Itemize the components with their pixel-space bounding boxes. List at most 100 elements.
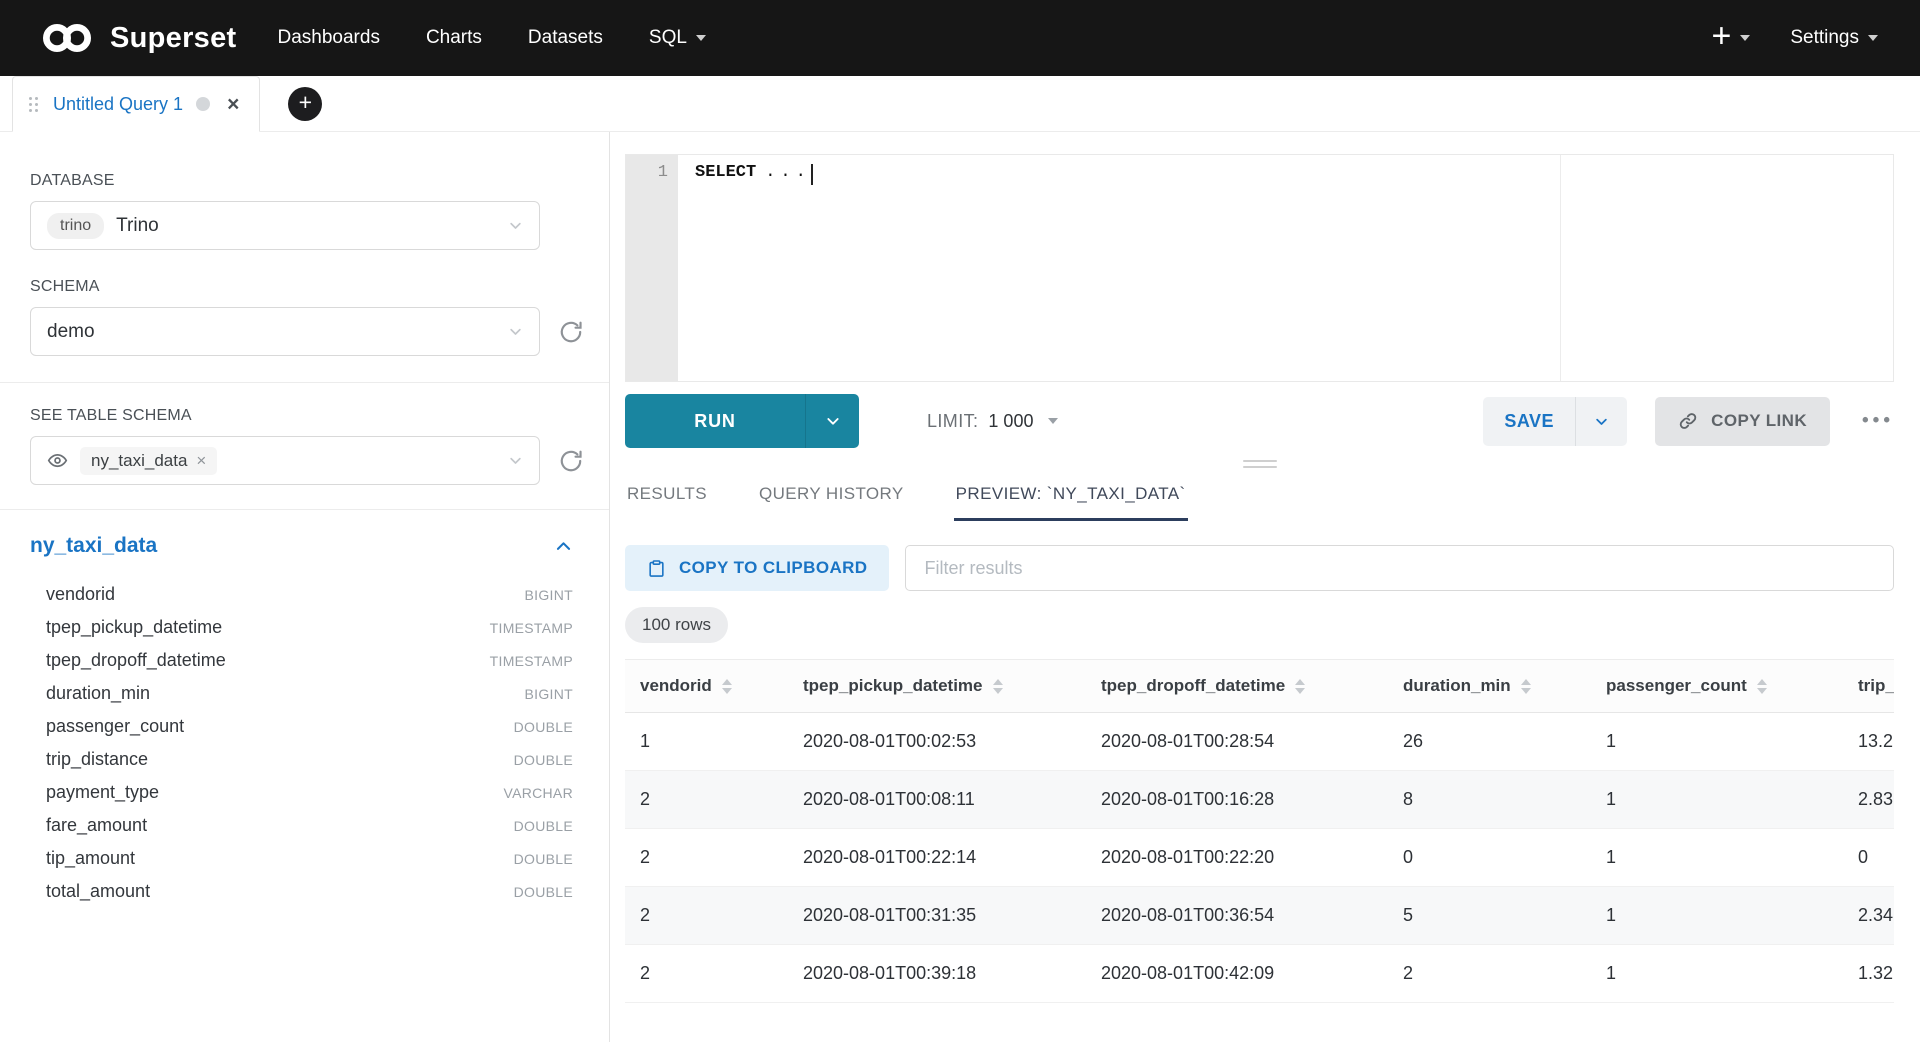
column-type: VARCHAR	[503, 785, 573, 801]
sql-keyword: SELECT	[695, 163, 756, 182]
refresh-tables-button[interactable]	[558, 446, 584, 476]
chevron-down-icon	[508, 324, 523, 339]
column-type: DOUBLE	[514, 719, 573, 735]
superset-brand[interactable]: Superset	[38, 22, 237, 55]
column-type: DOUBLE	[514, 818, 573, 834]
add-tab-button[interactable]: +	[288, 87, 322, 121]
column-header[interactable]: tpep_pickup_datetime	[788, 660, 1086, 713]
table-cell: 2020-08-01T00:36:54	[1086, 887, 1388, 945]
table-cell: 2	[625, 945, 788, 1003]
refresh-icon	[558, 448, 584, 474]
close-tab-icon[interactable]: ×	[227, 94, 239, 115]
table-cell: 1	[1591, 713, 1843, 771]
query-tab[interactable]: Untitled Query 1 ×	[12, 76, 260, 132]
column-header[interactable]: vendorid	[625, 660, 788, 713]
chevron-down-icon	[1594, 414, 1609, 429]
run-button[interactable]: RUN	[625, 394, 805, 448]
table-value: ny_taxi_data	[91, 451, 187, 471]
table-cell: 2	[625, 829, 788, 887]
nav-item-charts[interactable]: Charts	[403, 0, 505, 76]
results-table-container: vendorid tpep_pickup_datetime tpep_dropoff…	[625, 659, 1894, 1003]
schema-column-row: trip_distanceDOUBLE	[30, 743, 573, 776]
copy-to-clipboard-button[interactable]: COPY TO CLIPBOARD	[625, 545, 889, 591]
table-row: 22020-08-01T00:31:352020-08-01T00:36:545…	[625, 887, 1894, 945]
table-cell: 2020-08-01T00:39:18	[788, 945, 1086, 1003]
divider	[0, 509, 609, 510]
results-table: vendorid tpep_pickup_datetime tpep_dropoff…	[625, 659, 1894, 1003]
table-cell: 2.83	[1843, 771, 1894, 829]
sql-lab-sidebar: DATABASE trino Trino SCHEMA demo	[0, 132, 610, 1042]
refresh-schemas-button[interactable]	[558, 317, 584, 347]
nav-item-label: Dashboards	[278, 27, 380, 49]
sort-icon[interactable]	[722, 679, 732, 694]
copy-link-button[interactable]: COPY LINK	[1655, 397, 1830, 446]
nav-item-label: SQL	[649, 27, 687, 49]
table-cell: 1	[1591, 887, 1843, 945]
nav-item-datasets[interactable]: Datasets	[505, 0, 626, 76]
remove-table-icon[interactable]: ×	[196, 452, 206, 469]
column-header-content: tpep_pickup_datetime	[803, 676, 1086, 696]
chevron-down-icon	[825, 413, 841, 429]
results-tab-query-history[interactable]: QUERY HISTORY	[757, 474, 906, 521]
new-item-menu[interactable]: +	[1711, 23, 1750, 53]
schema-column-row: tpep_pickup_datetimeTIMESTAMP	[30, 611, 573, 644]
table-cell: 0	[1388, 829, 1591, 887]
column-header-content: tpep_dropoff_datetime	[1101, 676, 1388, 696]
sort-icon[interactable]	[1521, 679, 1531, 694]
table-name-title[interactable]: ny_taxi_data	[30, 534, 157, 558]
chevron-down-icon	[508, 453, 523, 468]
column-header[interactable]: duration_min	[1388, 660, 1591, 713]
filter-results-input[interactable]	[905, 545, 1894, 591]
schema-column-row: total_amountDOUBLE	[30, 875, 573, 908]
database-engine-badge: trino	[47, 213, 104, 239]
editor-resize-handle[interactable]	[625, 460, 1894, 468]
copy-link-label: COPY LINK	[1711, 411, 1807, 431]
table-row: 22020-08-01T00:08:112020-08-01T00:16:288…	[625, 771, 1894, 829]
chevron-down-icon	[696, 35, 706, 41]
settings-menu[interactable]: Settings	[1790, 27, 1878, 49]
plus-icon: +	[299, 91, 312, 114]
sort-icon[interactable]	[1295, 679, 1305, 694]
database-select[interactable]: trino Trino	[30, 201, 540, 250]
schema-value: demo	[47, 321, 95, 343]
table-cell: 2020-08-01T00:08:11	[788, 771, 1086, 829]
limit-label: LIMIT:	[927, 411, 978, 432]
column-type: DOUBLE	[514, 851, 573, 867]
column-header-content: passenger_count	[1606, 676, 1843, 696]
more-options-button[interactable]: •••	[1858, 406, 1894, 436]
top-navbar: Superset Dashboards ChartsDatasets SQL + S…	[0, 0, 1920, 76]
table-cell: 1	[1591, 945, 1843, 1003]
eye-icon	[47, 450, 68, 471]
see-table-schema-label: SEE TABLE SCHEMA	[30, 407, 574, 425]
table-columns-list: vendoridBIGINTtpep_pickup_datetimeTIMEST…	[30, 578, 573, 908]
column-header[interactable]: tpep_dropoff_datetime	[1086, 660, 1388, 713]
column-header-label: tpep_pickup_datetime	[803, 676, 983, 696]
sql-editor[interactable]: 1 SELECT...	[625, 154, 1894, 382]
sort-icon[interactable]	[1757, 679, 1767, 694]
results-tab-preview[interactable]: PREVIEW: `NY_TAXI_DATA`	[954, 474, 1188, 521]
limit-control[interactable]: LIMIT: 1 000	[927, 411, 1058, 432]
table-cell: 1	[625, 713, 788, 771]
column-header-content: vendorid	[640, 676, 788, 696]
run-options-caret[interactable]	[805, 394, 859, 448]
column-type: DOUBLE	[514, 884, 573, 900]
chevron-up-icon[interactable]	[554, 537, 573, 556]
sql-text: ...	[765, 163, 811, 182]
column-name: passenger_count	[46, 716, 184, 737]
sort-icon[interactable]	[993, 679, 1003, 694]
refresh-icon	[558, 319, 584, 345]
column-header-label: trip_distance	[1858, 676, 1894, 696]
column-header[interactable]: passenger_count	[1591, 660, 1843, 713]
nav-item-sql[interactable]: SQL	[626, 0, 729, 76]
save-button[interactable]: SAVE	[1483, 397, 1575, 446]
schema-select[interactable]: demo	[30, 307, 540, 356]
save-options-caret[interactable]	[1575, 397, 1627, 446]
drag-handle-icon[interactable]	[29, 97, 38, 112]
nav-item-dashboards[interactable]: Dashboards	[255, 0, 403, 76]
link-icon	[1678, 411, 1698, 431]
results-tab-results[interactable]: RESULTS	[625, 474, 709, 521]
brand-name: Superset	[110, 22, 237, 55]
table-select[interactable]: ny_taxi_data ×	[30, 436, 540, 485]
database-label: DATABASE	[30, 172, 574, 190]
column-header[interactable]: trip_distance	[1843, 660, 1894, 713]
